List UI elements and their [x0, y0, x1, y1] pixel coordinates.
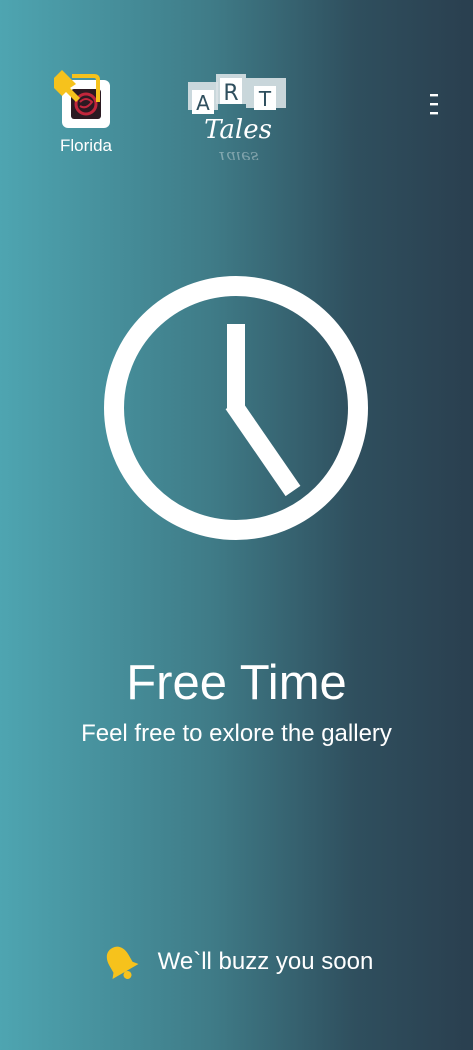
- logo-letter-t: T: [258, 87, 272, 111]
- more-vertical-icon[interactable]: [418, 90, 448, 120]
- clock-icon: [104, 276, 368, 540]
- art-tales-logo: A R T Tales Tales: [188, 74, 286, 160]
- venue-selector[interactable]: Florida: [50, 66, 122, 156]
- pin-icon: [54, 70, 100, 102]
- bell-icon: [106, 946, 139, 980]
- notice-banner: We`ll buzz you soon: [0, 942, 473, 982]
- page-subtitle: Feel free to exlore the gallery: [81, 720, 392, 747]
- notice-text: We`ll buzz you soon: [157, 948, 374, 975]
- free-time-screen: Florida A R T Tales Tales Free Time Feel…: [0, 0, 473, 1050]
- page-title: Free Time: [126, 656, 347, 710]
- venue-label: Florida: [60, 136, 112, 155]
- logo-letter-r: R: [223, 81, 238, 106]
- logo-word: Tales: [204, 115, 272, 145]
- logo-letter-a: A: [196, 91, 210, 115]
- venue-badge: [54, 70, 110, 128]
- logo-reflection: Tales: [217, 148, 259, 160]
